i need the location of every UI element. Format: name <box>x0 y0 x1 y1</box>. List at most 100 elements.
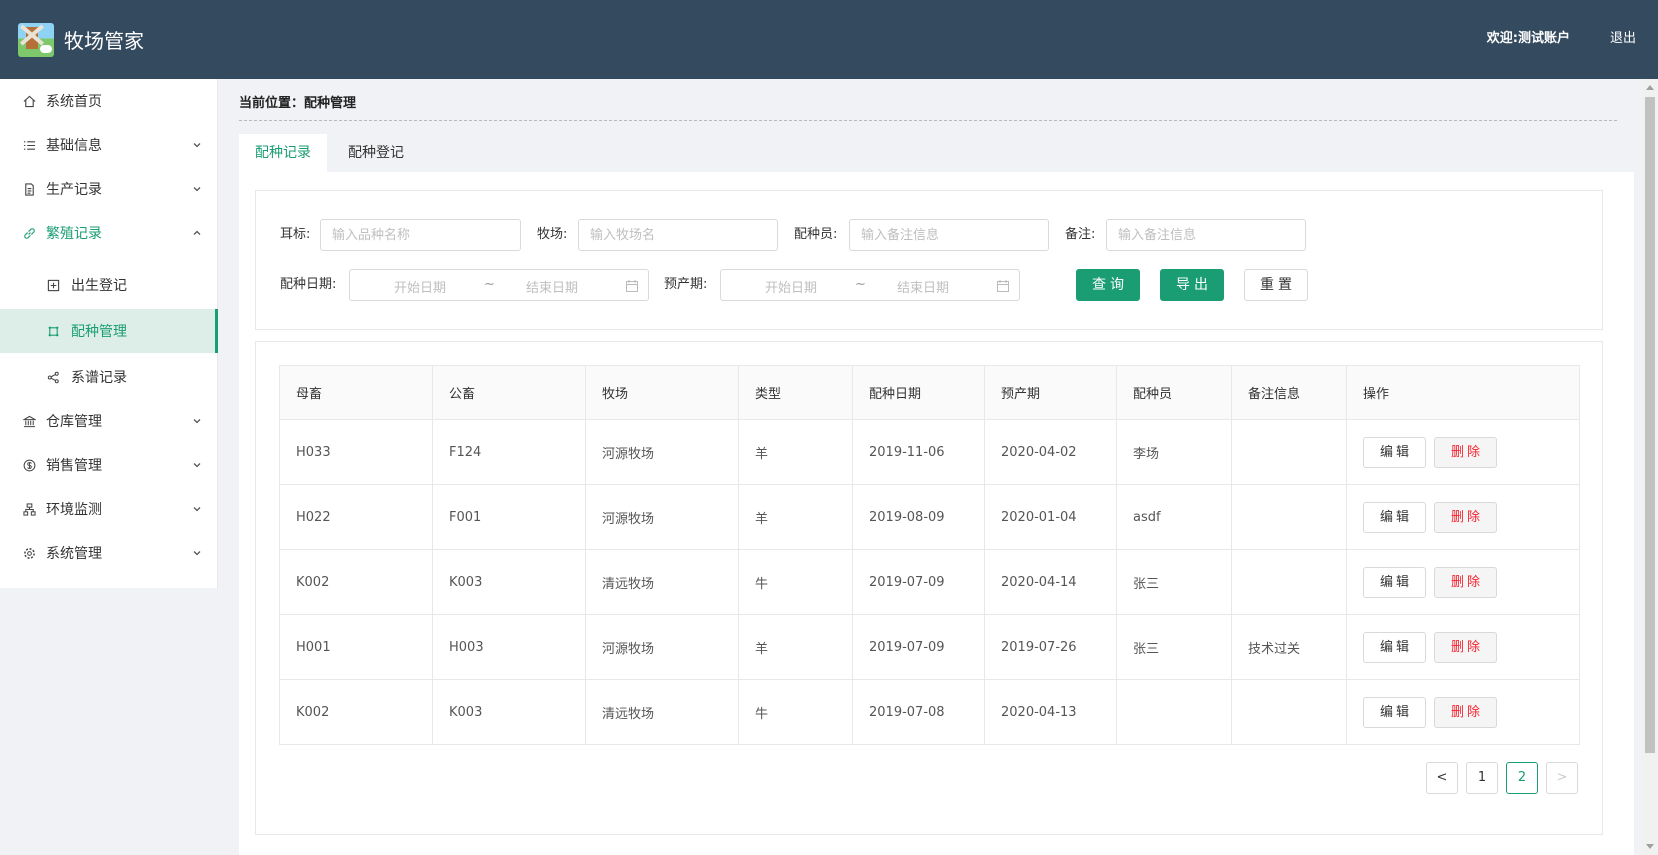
search-panel <box>255 190 1603 330</box>
note-input[interactable] <box>1106 219 1306 251</box>
cell-female: H022 <box>279 484 433 550</box>
ear-tag-input[interactable] <box>320 219 521 251</box>
cell-farm: 河源牧场 <box>585 419 739 485</box>
delete-button[interactable]: 删除 <box>1434 566 1497 598</box>
column-header-type: 类型 <box>738 365 853 420</box>
table-row: H033 F124 河源牧场 羊 2019-11-06 2020-04-02 李… <box>279 419 1580 485</box>
sidebar-item-pedigree[interactable]: 系谱记录 <box>0 355 218 399</box>
delete-button[interactable]: 删除 <box>1434 631 1497 663</box>
sidebar-item-label: 基础信息 <box>46 138 102 154</box>
sidebar-item-breeding-management[interactable]: 配种管理 <box>0 309 218 353</box>
cell-actions: 编辑 删除 <box>1346 614 1580 680</box>
edit-button[interactable]: 编辑 <box>1363 566 1426 598</box>
table-row: H022 F001 河源牧场 羊 2019-08-09 2020-01-04 a… <box>279 484 1580 550</box>
breeder-label: 配种员: <box>794 227 838 242</box>
range-separator: ~ <box>484 277 495 292</box>
cell-due-date: 2020-01-04 <box>984 484 1117 550</box>
table-row: H001 H003 河源牧场 羊 2019-07-09 2019-07-26 张… <box>279 614 1580 680</box>
cell-note <box>1231 679 1347 745</box>
cell-male: F001 <box>432 484 586 550</box>
delete-button[interactable]: 删除 <box>1434 436 1497 468</box>
breadcrumb: 当前位置：配种管理 <box>239 95 1617 121</box>
cell-female: K002 <box>279 549 433 615</box>
delete-button[interactable]: 删除 <box>1434 501 1497 533</box>
farm-input[interactable] <box>578 219 778 251</box>
sidebar-item-sales[interactable]: 销售管理 <box>0 443 218 487</box>
cell-breed-date: 2019-07-08 <box>852 679 985 745</box>
cell-female: H033 <box>279 419 433 485</box>
chevron-down-icon <box>193 187 201 192</box>
start-date-placeholder: 开始日期 <box>765 281 818 296</box>
cell-farm: 清远牧场 <box>585 679 739 745</box>
page-scrollbar[interactable] <box>1642 79 1658 855</box>
export-button[interactable]: 导出 <box>1160 269 1224 301</box>
scroll-down-arrow-icon[interactable] <box>1646 844 1654 849</box>
table-header-row: 母畜 公畜 牧场 类型 配种日期 预产期 配种员 备注信息 操作 <box>279 365 1580 420</box>
sidebar-item-label: 出生登记 <box>71 278 127 294</box>
breeder-input[interactable] <box>849 219 1049 251</box>
cell-male: F124 <box>432 419 586 485</box>
document-icon <box>22 182 36 196</box>
pagination-next-button[interactable]: > <box>1546 762 1578 794</box>
sidebar-item-system[interactable]: 系统管理 <box>0 531 218 575</box>
cell-actions: 编辑 删除 <box>1346 549 1580 615</box>
scroll-up-arrow-icon[interactable] <box>1646 85 1654 90</box>
calendar-icon <box>997 280 1009 292</box>
sidebar-item-basic-info[interactable]: 基础信息 <box>0 123 218 167</box>
reset-button[interactable]: 重置 <box>1244 269 1308 301</box>
cell-farm: 清远牧场 <box>585 549 739 615</box>
top-header: 牧场管家 欢迎:测试账户 退出 <box>0 0 1658 79</box>
sidebar-item-home[interactable]: 系统首页 <box>0 79 218 123</box>
table-row: K002 K003 清远牧场 牛 2019-07-08 2020-04-13 编… <box>279 679 1580 745</box>
cell-type: 羊 <box>738 614 853 680</box>
sidebar-item-environment[interactable]: 环境监测 <box>0 487 218 531</box>
cell-actions: 编辑 删除 <box>1346 679 1580 745</box>
chevron-down-icon <box>193 419 201 424</box>
cell-due-date: 2020-04-14 <box>984 549 1117 615</box>
cell-breeder: asdf <box>1116 484 1232 550</box>
list-icon <box>22 138 36 152</box>
cell-due-date: 2019-07-26 <box>984 614 1117 680</box>
edit-button[interactable]: 编辑 <box>1363 501 1426 533</box>
column-header-note: 备注信息 <box>1231 365 1347 420</box>
column-header-actions: 操作 <box>1346 365 1580 420</box>
edit-button[interactable]: 编辑 <box>1363 696 1426 728</box>
scrollbar-thumb[interactable] <box>1645 97 1655 753</box>
cell-type: 羊 <box>738 419 853 485</box>
cell-breed-date: 2019-07-09 <box>852 614 985 680</box>
sidebar-item-warehouse[interactable]: 仓库管理 <box>0 399 218 443</box>
column-header-farm: 牧场 <box>585 365 739 420</box>
app-title: 牧场管家 <box>64 29 144 53</box>
edit-button[interactable]: 编辑 <box>1363 436 1426 468</box>
pagination-page-2[interactable]: 2 <box>1506 762 1538 794</box>
cell-farm: 河源牧场 <box>585 614 739 680</box>
sidebar-item-label: 仓库管理 <box>46 414 102 430</box>
tab-breeding-registration[interactable]: 配种登记 <box>332 134 420 172</box>
cell-type: 羊 <box>738 484 853 550</box>
column-header-male: 公畜 <box>432 365 586 420</box>
logout-link[interactable]: 退出 <box>1610 30 1636 48</box>
sidebar-item-breeding[interactable]: 繁殖记录 <box>0 211 218 255</box>
delete-button[interactable]: 删除 <box>1434 696 1497 728</box>
due-date-range-picker[interactable]: 开始日期 ~ 结束日期 <box>720 269 1020 301</box>
cell-female: H001 <box>279 614 433 680</box>
sidebar-item-label: 系谱记录 <box>71 370 127 386</box>
ear-tag-label: 耳标: <box>280 227 311 242</box>
sidebar-item-birth-registration[interactable]: 出生登记 <box>0 263 218 307</box>
sidebar-item-label: 销售管理 <box>46 458 102 474</box>
farm-label: 牧场: <box>537 227 568 242</box>
sidebar-item-production[interactable]: 生产记录 <box>0 167 218 211</box>
cell-note <box>1231 484 1347 550</box>
cell-actions: 编辑 删除 <box>1346 419 1580 485</box>
query-button[interactable]: 查询 <box>1076 269 1140 301</box>
breed-date-range-picker[interactable]: 开始日期 ~ 结束日期 <box>349 269 649 301</box>
link-icon <box>22 226 36 240</box>
pagination-prev-button[interactable]: < <box>1426 762 1458 794</box>
pagination-page-1[interactable]: 1 <box>1466 762 1498 794</box>
plus-square-icon <box>46 278 60 292</box>
cluster-icon <box>22 502 36 516</box>
edit-button[interactable]: 编辑 <box>1363 631 1426 663</box>
money-icon <box>22 458 36 472</box>
tab-breeding-records[interactable]: 配种记录 <box>239 134 327 172</box>
column-header-breed-date: 配种日期 <box>852 365 985 420</box>
